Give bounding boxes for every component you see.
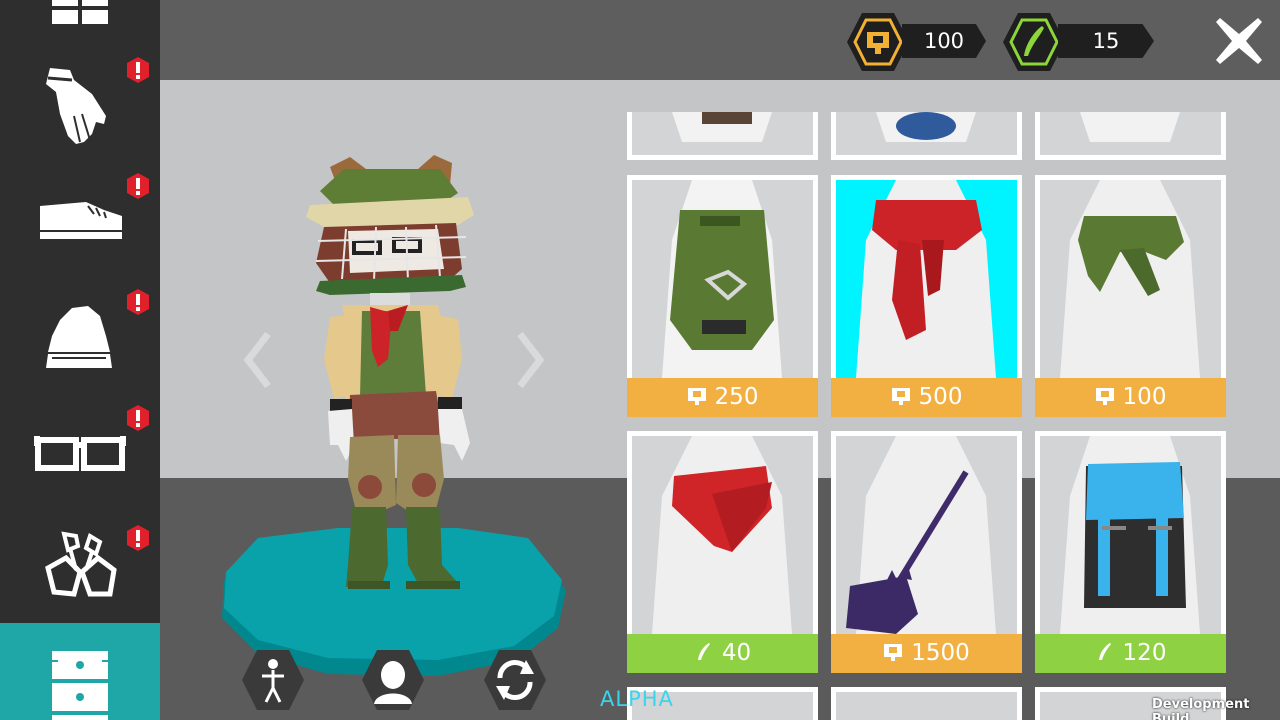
drawers-icon bbox=[52, 651, 108, 720]
item-preview bbox=[1040, 112, 1221, 155]
coin-icon bbox=[884, 643, 903, 661]
alert-icon bbox=[127, 289, 149, 315]
price-tag: 500 bbox=[831, 378, 1022, 417]
shop-item-card[interactable] bbox=[831, 687, 1022, 720]
alert-icon bbox=[127, 173, 149, 199]
glasses-icon bbox=[34, 436, 126, 471]
price-value: 40 bbox=[721, 640, 752, 666]
category-sidebar bbox=[0, 0, 160, 720]
shop-item-green-backpack[interactable]: 250 bbox=[627, 175, 818, 417]
category-pants[interactable] bbox=[0, 0, 160, 48]
head-view-icon[interactable] bbox=[360, 648, 426, 712]
rotate-icon[interactable] bbox=[482, 648, 548, 712]
feather-count: 15 bbox=[1058, 24, 1154, 58]
price-tag: 1500 bbox=[831, 634, 1022, 673]
item-preview bbox=[836, 112, 1017, 155]
item-shop-grid: 250 500 100 40 1500 120 bbox=[625, 112, 1230, 720]
shop-item-purple-cat-bag[interactable]: 1500 bbox=[831, 431, 1022, 673]
coin-balance: 100 bbox=[846, 10, 986, 71]
game-screen: 100 15 250 500 100 40 1500 120 ALPHA Dev… bbox=[0, 0, 1280, 720]
pants-icon bbox=[52, 0, 108, 24]
shop-item-card[interactable] bbox=[627, 112, 818, 160]
shop-item-red-scarf[interactable]: 500 bbox=[831, 175, 1022, 417]
body-view-icon[interactable] bbox=[240, 648, 306, 712]
price-tag: 250 bbox=[627, 378, 818, 417]
coins-icon bbox=[847, 13, 909, 71]
player-avatar[interactable] bbox=[290, 145, 500, 600]
price-value: 500 bbox=[918, 384, 963, 410]
alert-icon bbox=[127, 57, 149, 83]
shop-item-card[interactable] bbox=[1035, 112, 1226, 160]
item-preview bbox=[1040, 436, 1221, 634]
feather-icon bbox=[1098, 642, 1111, 660]
item-preview bbox=[836, 180, 1017, 378]
coin-icon bbox=[891, 387, 910, 405]
shoe-icon bbox=[40, 202, 122, 239]
development-build-label: Development Build bbox=[1152, 697, 1250, 720]
feathers-icon bbox=[1003, 13, 1065, 71]
alert-icon bbox=[127, 525, 149, 551]
previous-arrow-icon[interactable] bbox=[238, 330, 278, 390]
shop-item-green-tied-sweater[interactable]: 100 bbox=[1035, 175, 1226, 417]
price-tag: 100 bbox=[1035, 378, 1226, 417]
price-value: 250 bbox=[714, 384, 759, 410]
item-preview bbox=[632, 180, 813, 378]
category-hats[interactable] bbox=[0, 288, 160, 404]
category-shoes[interactable] bbox=[0, 172, 160, 288]
next-arrow-icon[interactable] bbox=[510, 330, 550, 390]
price-tag: 40 bbox=[627, 634, 818, 673]
feather-icon bbox=[697, 642, 710, 660]
item-preview bbox=[836, 692, 1017, 720]
category-gloves[interactable] bbox=[0, 56, 160, 172]
shop-item-card[interactable] bbox=[831, 112, 1022, 160]
coin-count: 100 bbox=[902, 24, 986, 58]
bike-icon bbox=[45, 531, 117, 597]
price-value: 100 bbox=[1122, 384, 1167, 410]
item-preview bbox=[632, 112, 813, 155]
glove-icon bbox=[46, 68, 106, 144]
category-bike[interactable] bbox=[0, 520, 160, 636]
close-icon[interactable] bbox=[1212, 14, 1266, 68]
price-value: 120 bbox=[1122, 640, 1167, 666]
shop-item-red-bandana[interactable]: 40 bbox=[627, 431, 818, 673]
feather-balance: 15 bbox=[1002, 10, 1158, 71]
item-preview bbox=[632, 436, 813, 634]
beanie-icon bbox=[46, 306, 112, 368]
alert-icon bbox=[127, 405, 149, 431]
category-accessories[interactable] bbox=[0, 623, 160, 720]
category-glasses[interactable] bbox=[0, 404, 160, 520]
coin-icon bbox=[1095, 387, 1114, 405]
shop-item-blue-backpack[interactable]: 120 bbox=[1035, 431, 1226, 673]
alpha-label: ALPHA bbox=[600, 687, 674, 711]
price-tag: 120 bbox=[1035, 634, 1226, 673]
item-preview bbox=[836, 436, 1017, 634]
item-preview bbox=[1040, 180, 1221, 378]
coin-icon bbox=[687, 387, 706, 405]
price-value: 1500 bbox=[911, 640, 970, 666]
